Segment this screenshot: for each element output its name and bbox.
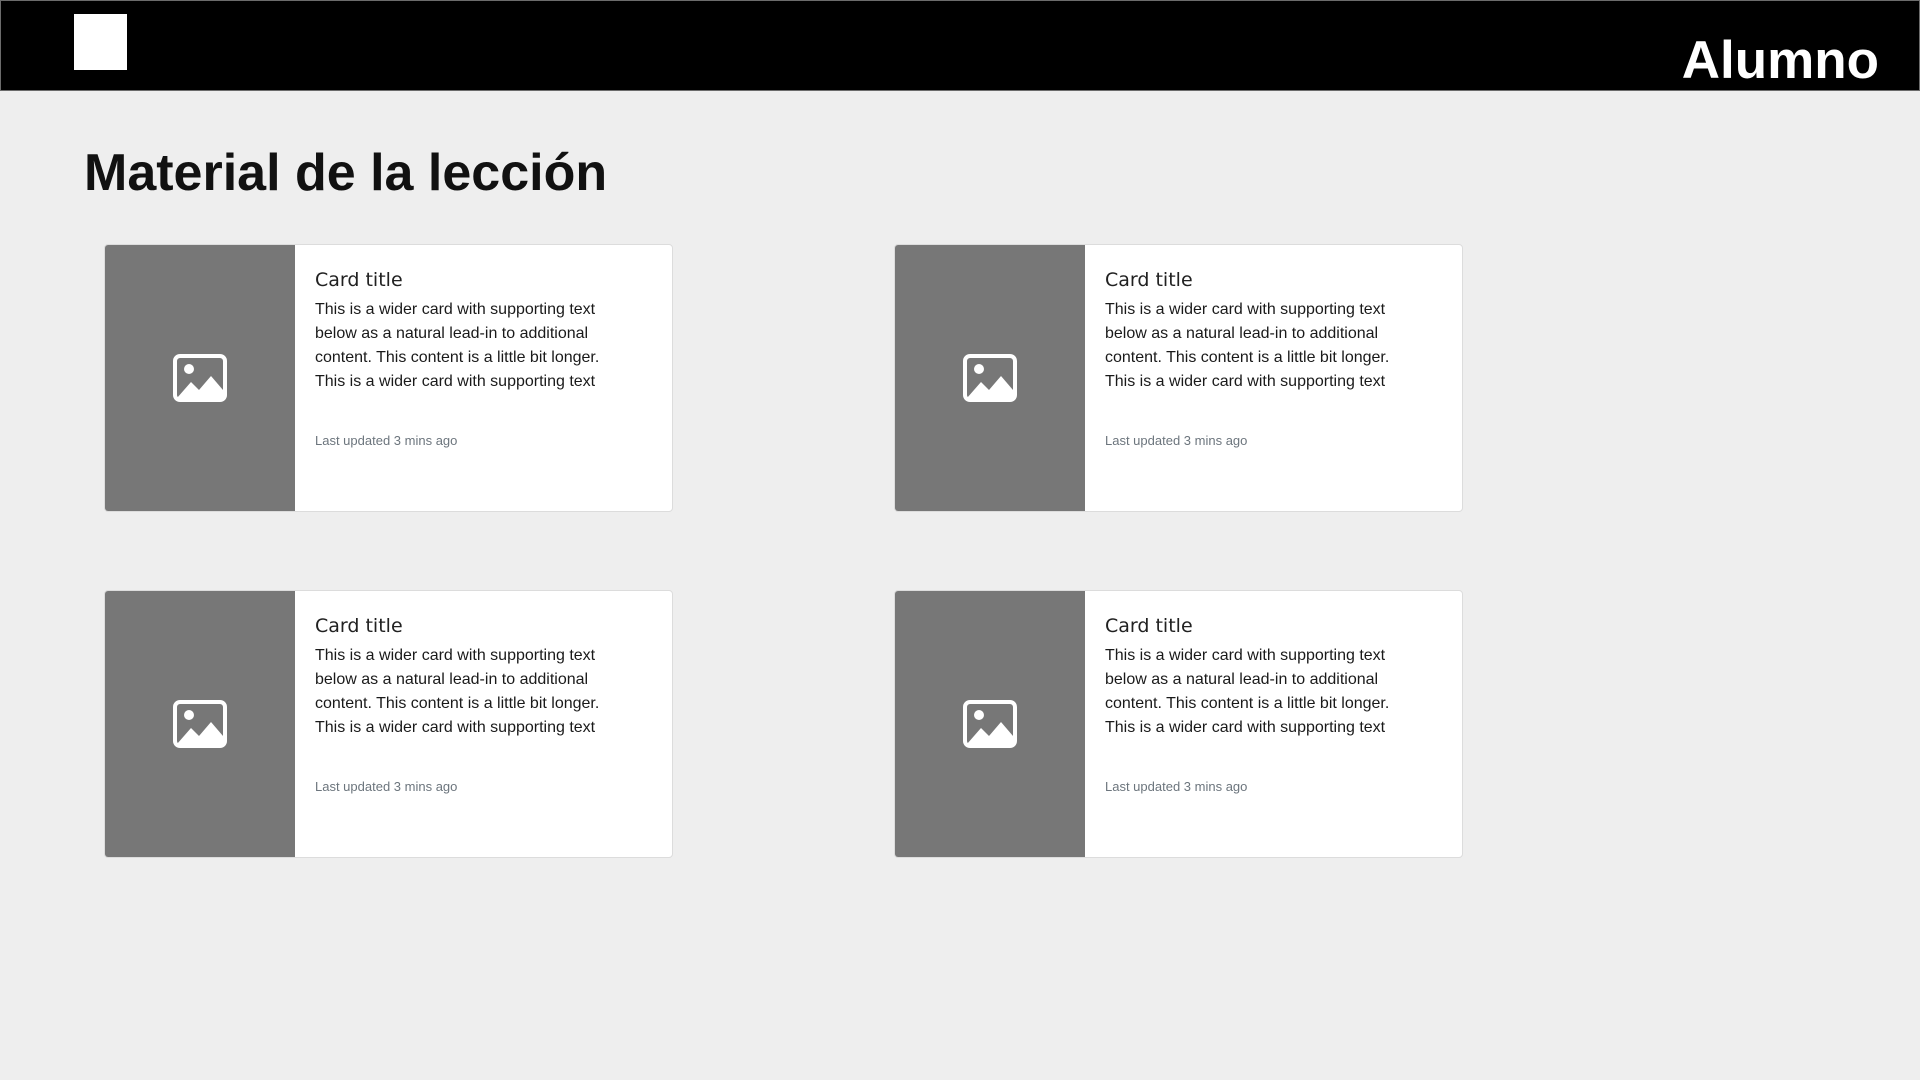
- top-bar: Alumno: [0, 0, 1920, 91]
- image-icon: [173, 700, 227, 748]
- card-meta: Last updated 3 mins ago: [315, 779, 458, 794]
- card[interactable]: Card title This is a wider card with sup…: [104, 244, 673, 512]
- card-image: [895, 591, 1085, 857]
- card-meta: Last updated 3 mins ago: [1105, 779, 1248, 794]
- card-body: Card title This is a wider card with sup…: [295, 591, 635, 857]
- card-title: Card title: [1105, 269, 1193, 291]
- logo[interactable]: [74, 14, 127, 70]
- card-body: Card title This is a wider card with sup…: [295, 245, 635, 511]
- card-title: Card title: [315, 269, 403, 291]
- card-meta: Last updated 3 mins ago: [1105, 433, 1248, 448]
- card-image: [105, 591, 295, 857]
- card-body: Card title This is a wider card with sup…: [1085, 591, 1425, 857]
- image-icon: [173, 354, 227, 402]
- card[interactable]: Card title This is a wider card with sup…: [104, 590, 673, 858]
- card-image: [105, 245, 295, 511]
- card-image: [895, 245, 1085, 511]
- card-text: This is a wider card with supporting tex…: [315, 301, 600, 390]
- card-text: This is a wider card with supporting tex…: [1105, 647, 1390, 736]
- card-text: This is a wider card with supporting tex…: [1105, 301, 1390, 390]
- card-meta: Last updated 3 mins ago: [315, 433, 458, 448]
- user-role-label: Alumno: [1681, 31, 1879, 90]
- card-title: Card title: [315, 615, 403, 637]
- card[interactable]: Card title This is a wider card with sup…: [894, 590, 1463, 858]
- card-title: Card title: [1105, 615, 1193, 637]
- card[interactable]: Card title This is a wider card with sup…: [894, 244, 1463, 512]
- page-title: Material de la lección: [84, 144, 608, 202]
- image-icon: [963, 354, 1017, 402]
- image-icon: [963, 700, 1017, 748]
- card-text: This is a wider card with supporting tex…: [315, 647, 600, 736]
- card-body: Card title This is a wider card with sup…: [1085, 245, 1425, 511]
